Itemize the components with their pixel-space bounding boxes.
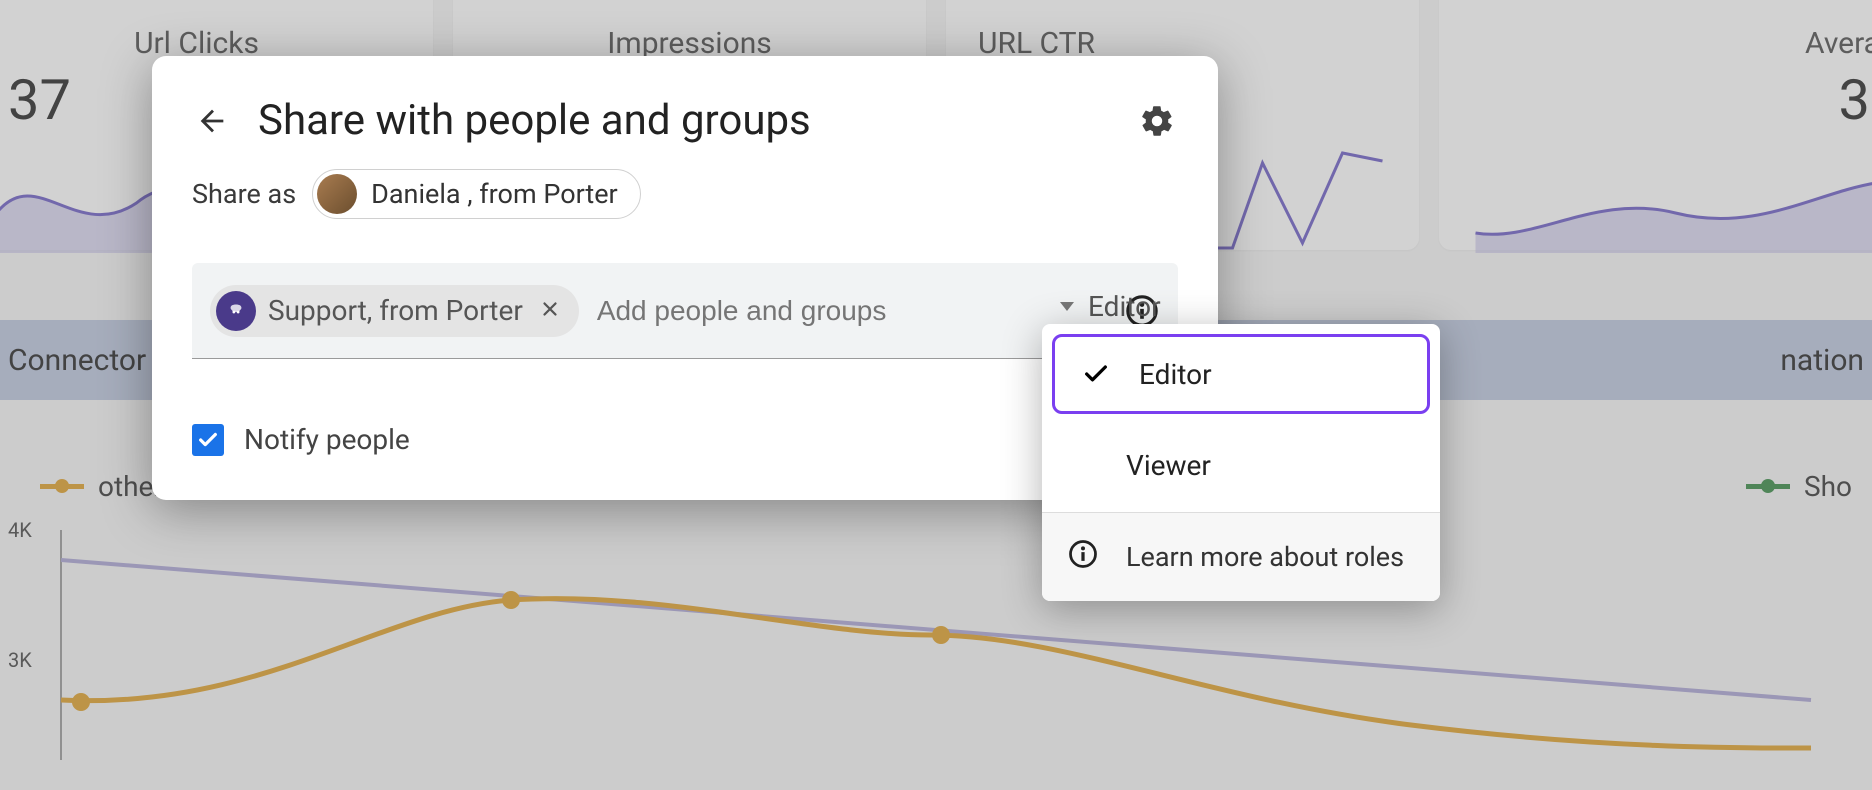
learn-more-link[interactable]: Learn more about roles (1042, 513, 1440, 601)
legend-item: Sho (1746, 470, 1852, 503)
arrow-left-icon (195, 104, 229, 138)
role-label: Editor (1088, 290, 1161, 323)
mascot-icon (223, 298, 249, 324)
settings-button[interactable] (1136, 100, 1178, 142)
main-chart (40, 500, 1832, 760)
people-input-row[interactable]: Support, from Porter (192, 263, 1178, 359)
metric-value: 3 (1471, 67, 1872, 133)
notify-label: Notify people (244, 423, 410, 456)
connector-label-left: Connector (8, 343, 146, 378)
legend-swatch-icon (1746, 484, 1790, 489)
share-as-name: Daniela , from Porter (371, 178, 618, 210)
info-icon (1068, 539, 1098, 576)
notify-checkbox[interactable] (192, 424, 224, 456)
chip-label: Support, from Porter (268, 294, 523, 327)
share-as-chip[interactable]: Daniela , from Porter (312, 169, 641, 219)
add-people-input[interactable] (597, 295, 1106, 327)
share-as-label: Share as (192, 178, 296, 210)
sparkline-chart (1471, 133, 1872, 253)
back-button[interactable] (192, 101, 232, 141)
y-axis-tick: 3K (8, 648, 32, 672)
check-icon (197, 429, 219, 451)
role-option-viewer[interactable]: Viewer (1042, 424, 1440, 506)
role-option-label: Viewer (1126, 449, 1211, 482)
learn-more-label: Learn more about roles (1126, 541, 1404, 573)
metric-card: Avera 3 (1439, 0, 1872, 250)
legend-item: other (40, 470, 163, 503)
role-option-editor[interactable]: Editor (1052, 334, 1430, 414)
avatar (216, 291, 256, 331)
y-axis-tick: 4K (8, 518, 32, 542)
role-option-label: Editor (1139, 358, 1212, 391)
dialog-title: Share with people and groups (258, 96, 811, 145)
check-icon (1081, 360, 1111, 388)
connector-label-right: nation (1780, 343, 1864, 378)
gear-icon (1139, 103, 1175, 139)
caret-down-icon (1060, 302, 1074, 311)
legend-swatch-icon (40, 484, 84, 489)
metric-title: Avera (1471, 26, 1872, 61)
person-chip[interactable]: Support, from Porter (210, 285, 579, 337)
role-select-trigger[interactable]: Editor (1060, 290, 1161, 323)
role-dropdown: Editor Viewer Learn more about roles (1042, 324, 1440, 601)
legend-label: Sho (1804, 470, 1852, 503)
close-icon (539, 298, 561, 320)
remove-chip-button[interactable] (535, 294, 565, 327)
avatar (317, 174, 357, 214)
